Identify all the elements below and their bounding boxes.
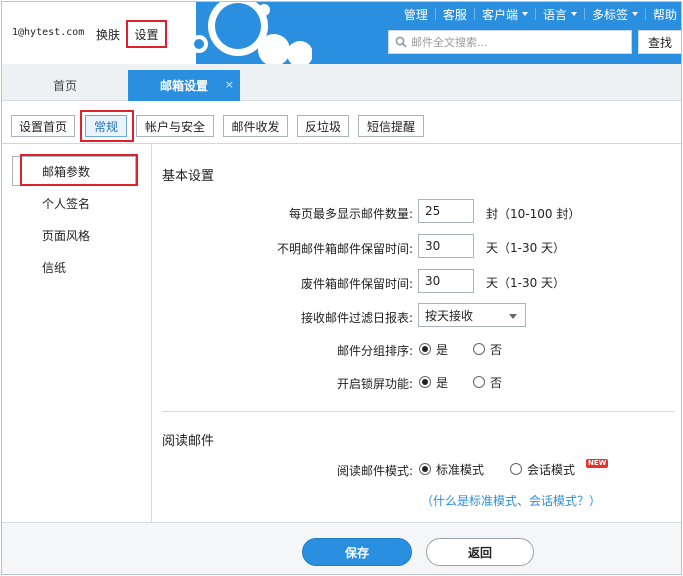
nav-service-label: 客服 — [442, 7, 467, 22]
settings-link[interactable]: 设置 — [126, 20, 167, 48]
search-box — [388, 30, 632, 54]
chevron-down-icon — [631, 12, 638, 16]
lock-screen-label: 开启锁屏功能: — [336, 377, 413, 391]
save-button[interactable]: 保存 — [302, 538, 412, 566]
bubbles-decoration-icon — [182, 2, 312, 64]
chevron-down-icon — [570, 12, 577, 16]
search-input[interactable] — [411, 35, 621, 49]
group-sort-no-label: 否 — [490, 343, 503, 357]
sidebar-item-page-style[interactable]: 页面风格 — [42, 227, 90, 244]
nav-separator — [534, 8, 536, 20]
lock-screen-yes-label: 是 — [436, 376, 449, 390]
user-email: 1@hytest.com — [12, 27, 85, 38]
per-page-label: 每页最多显示邮件数量: — [288, 207, 413, 221]
nav-manage[interactable]: 管理 — [404, 6, 428, 23]
group-sort-yes-radio[interactable] — [419, 343, 431, 355]
nav-client[interactable]: 客户端 — [482, 6, 528, 23]
settings-link-label: 设置 — [134, 27, 159, 42]
trash-retention-hint: 天（1-30 天） — [486, 276, 566, 290]
tab-mail-settings[interactable]: 邮箱设置 × — [128, 70, 240, 101]
footer-bar: 保存 返回 — [2, 522, 681, 574]
per-page-hint: 封（10-100 封） — [486, 207, 581, 221]
nav-language[interactable]: 语言 — [543, 6, 577, 23]
sidebar-item-signature[interactable]: 个人签名 — [42, 195, 90, 212]
group-sort-no-radio[interactable] — [473, 343, 485, 355]
sidebar-item-mailbox-params[interactable]: 邮箱参数 — [42, 163, 90, 180]
trash-retention-label: 废件箱邮件保留时间: — [300, 277, 413, 291]
nav-help-label: 帮助 — [652, 7, 677, 22]
lock-screen-no-label: 否 — [490, 376, 503, 390]
tab-account-security[interactable]: 帐户与安全 — [136, 115, 214, 137]
tab-mail-settings-label: 邮箱设置 — [159, 79, 208, 93]
per-page-input[interactable] — [418, 199, 474, 223]
nav-service[interactable]: 客服 — [443, 6, 467, 23]
settings-content: 基本设置 每页最多显示邮件数量: 封（10-100 封） 不明邮件箱邮件保留时间… — [153, 144, 681, 522]
lock-screen-no-radio[interactable] — [473, 376, 485, 388]
group-sort-yes-label: 是 — [436, 343, 449, 357]
main-tabs: 首页 邮箱设置 × — [2, 64, 681, 101]
change-skin-link[interactable]: 换肤 — [96, 26, 120, 43]
nav-separator — [583, 8, 585, 20]
nav-manage-label: 管理 — [403, 7, 428, 22]
reading-mail-title: 阅读邮件 — [162, 434, 215, 449]
tab-mail-send-receive[interactable]: 邮件收发 — [223, 115, 288, 137]
header: 1@hytest.com 换肤 设置 管理 客服 客户端 语言 多标签 帮助 查… — [2, 2, 681, 64]
trash-retention-input[interactable] — [418, 269, 474, 293]
filter-report-select[interactable]: 按天接收 — [418, 303, 526, 327]
chevron-down-icon — [521, 12, 528, 16]
settings-sidebar: 邮箱参数 个人签名 页面风格 信纸 — [2, 144, 152, 522]
back-button[interactable]: 返回 — [426, 538, 534, 566]
reading-mode-label: 阅读邮件模式: — [336, 464, 413, 478]
section-divider — [162, 411, 674, 412]
lock-screen-yes-radio[interactable] — [419, 376, 431, 388]
nav-multi-tab[interactable]: 多标签 — [592, 6, 638, 23]
new-badge: NEW — [586, 459, 609, 468]
chevron-down-icon — [509, 314, 517, 319]
nav-separator — [644, 8, 646, 20]
reading-mode-help-link[interactable]: （什么是标准模式、会话模式？） — [421, 492, 601, 509]
standard-mode-label: 标准模式 — [436, 463, 485, 477]
filter-report-value: 按天接收 — [425, 308, 474, 323]
unknown-retention-input[interactable] — [418, 234, 474, 258]
conversation-mode-radio[interactable] — [510, 463, 522, 475]
unknown-retention-label: 不明邮件箱邮件保留时间: — [276, 242, 413, 256]
conversation-mode-label: 会话模式 — [527, 463, 576, 477]
mail-settings-window: 1@hytest.com 换肤 设置 管理 客服 客户端 语言 多标签 帮助 查… — [1, 1, 682, 575]
tab-general[interactable]: 常规 — [85, 115, 127, 137]
tab-sms-alert[interactable]: 短信提醒 — [358, 115, 424, 137]
close-icon[interactable]: × — [225, 78, 234, 91]
group-sort-label: 邮件分组排序: — [336, 344, 413, 358]
sidebar-item-stationery[interactable]: 信纸 — [42, 259, 66, 276]
search-button[interactable]: 查找 — [638, 30, 681, 54]
nav-client-label: 客户端 — [481, 7, 518, 22]
nav-help[interactable]: 帮助 — [653, 6, 677, 23]
tab-settings-home[interactable]: 设置首页 — [11, 115, 75, 137]
tab-home-label: 首页 — [52, 79, 77, 93]
settings-sub-tabs: 设置首页 常规 帐户与安全 邮件收发 反垃圾 短信提醒 — [2, 108, 681, 144]
tab-home[interactable]: 首页 — [2, 70, 128, 101]
nav-language-label: 语言 — [542, 7, 567, 22]
search-icon — [395, 36, 407, 48]
basic-settings-title: 基本设置 — [162, 169, 215, 184]
nav-separator — [473, 8, 475, 20]
nav-multi-tab-label: 多标签 — [591, 7, 628, 22]
top-nav: 管理 客服 客户端 语言 多标签 帮助 — [400, 5, 681, 23]
nav-separator — [434, 8, 436, 20]
tab-anti-spam[interactable]: 反垃圾 — [297, 115, 349, 137]
standard-mode-radio[interactable] — [419, 463, 431, 475]
filter-report-label: 接收邮件过滤日报表: — [300, 311, 413, 325]
unknown-retention-hint: 天（1-30 天） — [486, 241, 566, 255]
